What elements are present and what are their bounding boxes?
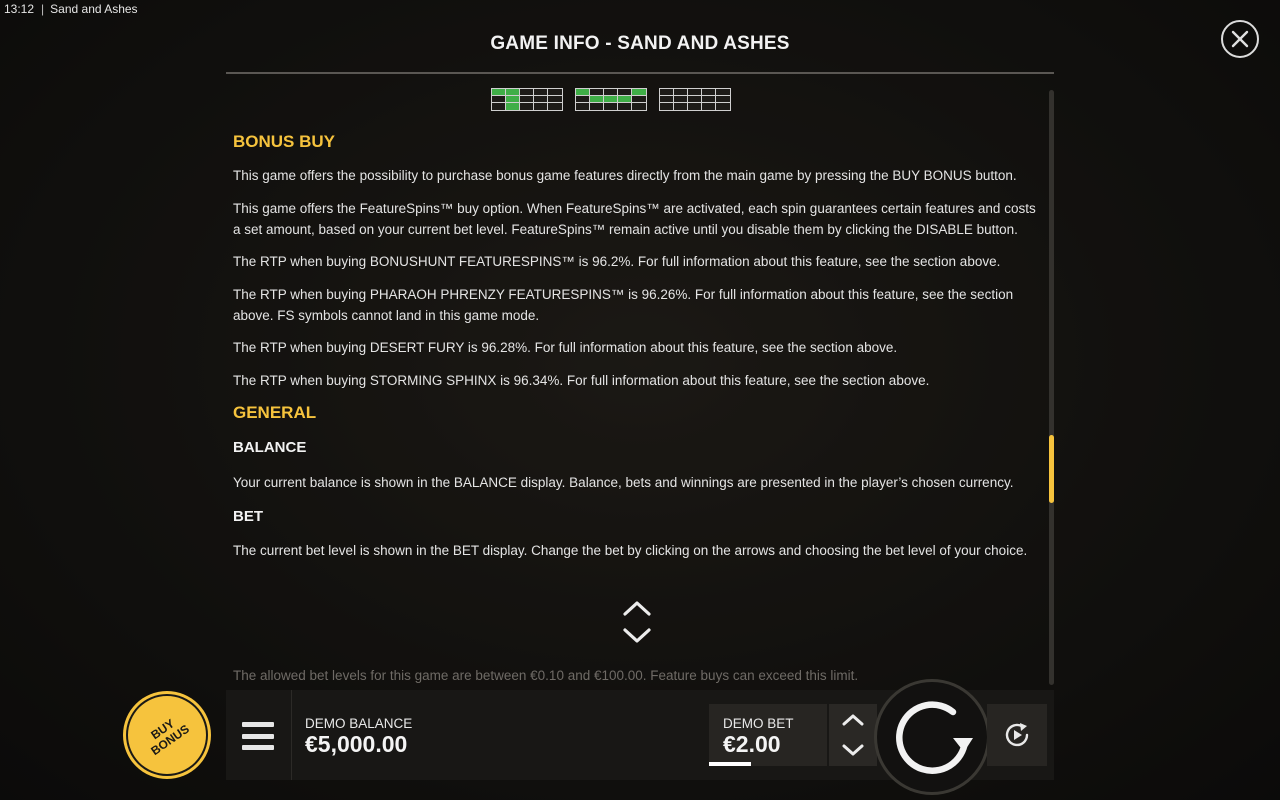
payline-cell [590, 103, 604, 110]
chevron-up-down-icon [623, 601, 651, 643]
system-bar: 13:12 | Sand and Ashes [4, 2, 138, 16]
payline-cell [506, 96, 520, 103]
payline-cell [688, 89, 702, 96]
bet-arrows-illustration [622, 598, 652, 646]
payline-cell [534, 103, 548, 110]
general-heading: GENERAL [233, 403, 317, 422]
scrollbar[interactable] [1049, 90, 1054, 685]
bonus-buy-paragraph: This game offers the possibility to purc… [233, 168, 1017, 183]
payline-cell [702, 103, 716, 110]
payline-cell [604, 96, 618, 103]
payline-cell [590, 89, 604, 96]
bonus-buy-paragraph: The RTP when buying BONUSHUNT FEATURESPI… [233, 254, 1001, 269]
payline-cell [576, 103, 590, 110]
payline-cell [506, 89, 520, 96]
payline-cell [702, 96, 716, 103]
chevron-up-down-icon[interactable] [829, 704, 877, 766]
payline-grid [659, 88, 731, 111]
payline-cell [548, 89, 562, 96]
balance-paragraph: Your current balance is shown in the BAL… [233, 475, 1014, 490]
payline-cell [618, 103, 632, 110]
bonus-buy-paragraph: The RTP when buying DESERT FURY is 96.28… [233, 340, 898, 355]
balance-value: €5,000.00 [305, 731, 408, 757]
payline-grid [491, 88, 563, 111]
autoplay-button[interactable] [987, 704, 1047, 766]
payline-cell [590, 96, 604, 103]
bonus-buy-paragraph: This game offers the FeatureSpins™ buy o… [233, 201, 1036, 237]
payline-cell [492, 96, 506, 103]
payline-examples [491, 88, 731, 111]
payline-cell [576, 96, 590, 103]
bar-divider [291, 690, 292, 780]
payline-cell [674, 103, 688, 110]
spin-icon [896, 701, 973, 774]
bonus-buy-heading: BONUS BUY [233, 132, 336, 151]
balance-heading: BALANCE [233, 439, 307, 456]
dialog-title: GAME INFO - SAND AND ASHES [490, 33, 790, 54]
payline-cell [548, 96, 562, 103]
payline-cell [702, 89, 716, 96]
scrollbar-thumb[interactable] [1049, 435, 1054, 503]
payline-cell [716, 96, 730, 103]
balance-label: DEMO BALANCE [305, 716, 413, 731]
payline-cell [674, 96, 688, 103]
bet-label: DEMO BET [723, 716, 794, 731]
payline-cell [660, 103, 674, 110]
payline-cell [716, 103, 730, 110]
spin-button[interactable] [877, 682, 987, 792]
payline-cell [660, 89, 674, 96]
payline-cell [632, 89, 646, 96]
hamburger-icon-bar [242, 733, 274, 739]
bet-value: €2.00 [723, 731, 781, 757]
payline-cell [520, 103, 534, 110]
close-button[interactable] [1221, 20, 1259, 58]
clock: 13:12 [4, 2, 35, 16]
payline-cell [534, 89, 548, 96]
close-icon [1231, 30, 1249, 48]
payline-cell [688, 96, 702, 103]
payline-cell [534, 96, 548, 103]
bet-adjust-buttons[interactable] [829, 704, 877, 766]
bet-level-indicator [709, 762, 751, 766]
bonus-buy-paragraph: The RTP when buying STORMING SPHINX is 9… [233, 373, 930, 388]
app-title: Sand and Ashes [50, 2, 138, 16]
payline-cell [688, 103, 702, 110]
payline-cell [632, 103, 646, 110]
bet-heading: BET [233, 508, 263, 525]
payline-cell [618, 89, 632, 96]
hamburger-icon-bar [242, 745, 274, 750]
payline-cell [618, 96, 632, 103]
payline-cell [576, 89, 590, 96]
payline-cell [492, 89, 506, 96]
payline-cell [492, 103, 506, 110]
autoplay-icon [1005, 723, 1029, 747]
title-divider [226, 72, 1054, 74]
payline-cell [520, 89, 534, 96]
payline-cell [660, 96, 674, 103]
payline-cell [520, 96, 534, 103]
payline-cell [604, 89, 618, 96]
payline-cell [506, 103, 520, 110]
bonus-buy-paragraph: The RTP when buying PHARAOH PHRENZY FEAT… [233, 287, 1014, 323]
menu-button[interactable] [242, 722, 274, 750]
buy-bonus-button[interactable]: BUY BONUS [126, 694, 208, 776]
hamburger-icon-bar [242, 722, 274, 727]
payline-cell [632, 96, 646, 103]
payline-cell [716, 89, 730, 96]
payline-cell [604, 103, 618, 110]
payline-grid [575, 88, 647, 111]
bet-paragraph: The current bet level is shown in the BE… [233, 543, 1028, 558]
payline-cell [674, 89, 688, 96]
payline-cell [548, 103, 562, 110]
